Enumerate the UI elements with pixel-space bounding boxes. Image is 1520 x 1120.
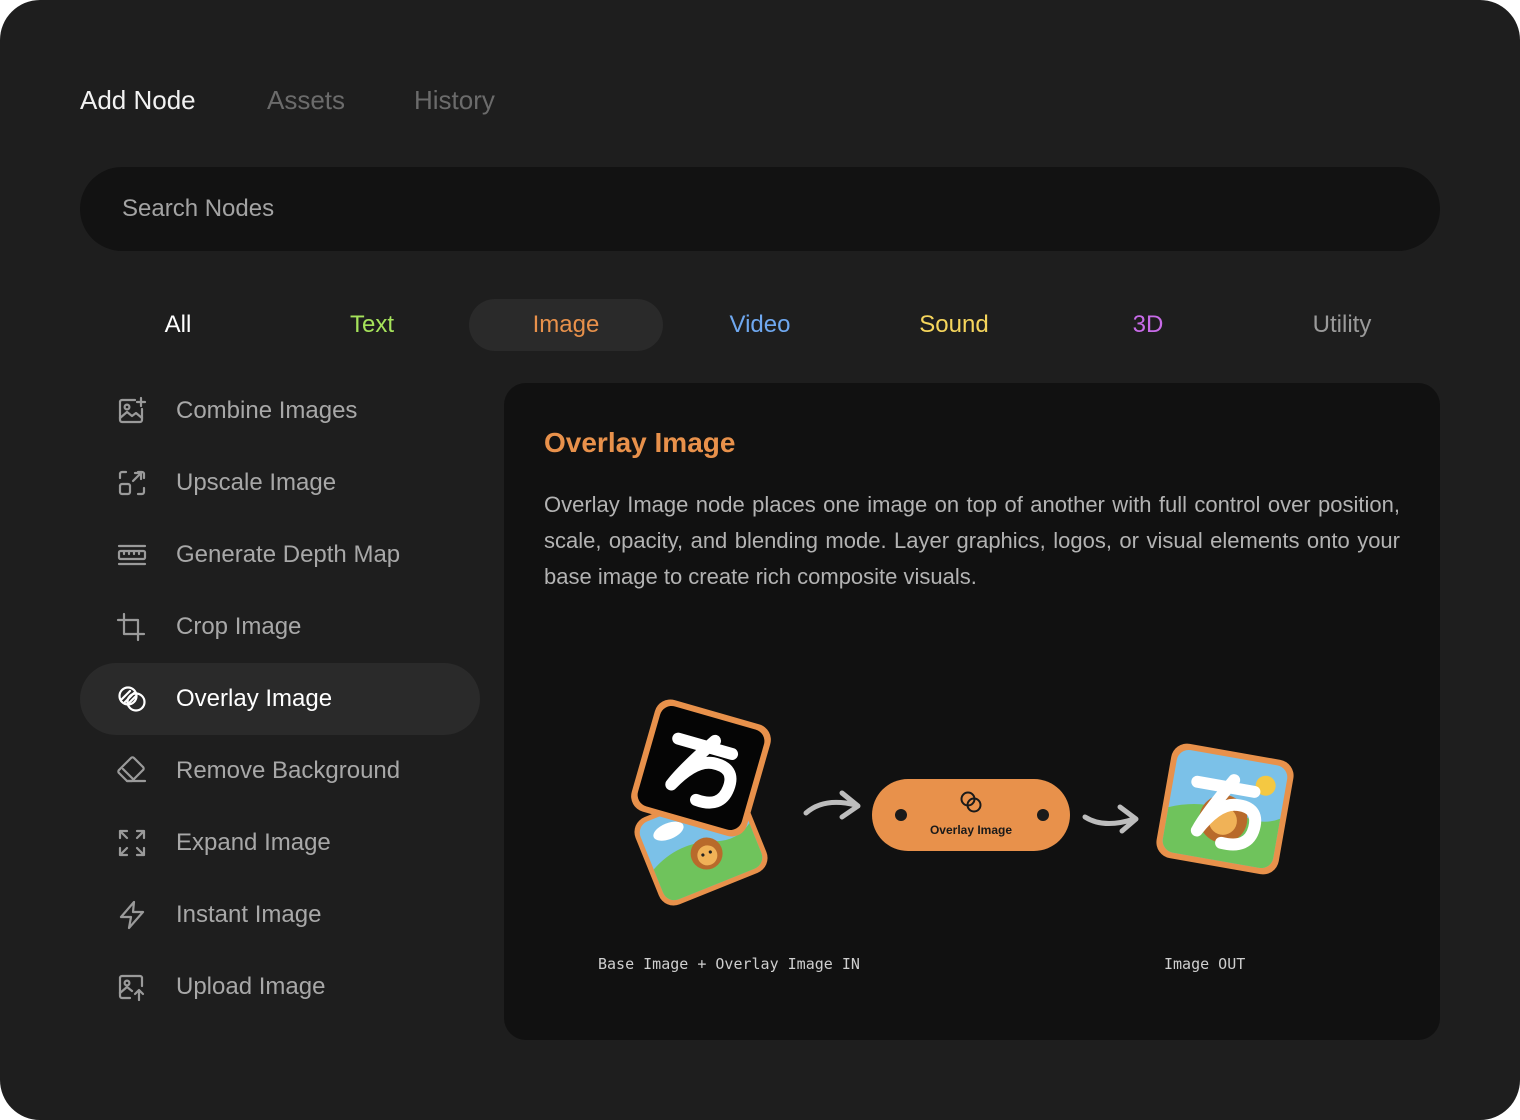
node-item-expand-image[interactable]: Expand Image bbox=[80, 807, 480, 879]
overlay-node-chip bbox=[872, 779, 1070, 851]
category-tab-3d[interactable]: 3D bbox=[1051, 299, 1245, 351]
overlay-icon bbox=[116, 684, 148, 714]
output-image-thumbnail bbox=[1156, 743, 1294, 875]
search-input[interactable] bbox=[120, 167, 1400, 251]
category-tab-sound[interactable]: Sound bbox=[857, 299, 1051, 351]
depth-map-icon bbox=[116, 540, 148, 570]
node-item-label: Generate Depth Map bbox=[176, 541, 401, 568]
category-tab-utility[interactable]: Utility bbox=[1245, 299, 1439, 351]
tab-assets[interactable]: Assets bbox=[267, 82, 345, 118]
upscale-icon bbox=[116, 468, 148, 498]
search-bar bbox=[80, 167, 1440, 251]
category-tab-text[interactable]: Text bbox=[275, 299, 469, 351]
node-item-instant-image[interactable]: Instant Image bbox=[80, 879, 480, 951]
node-item-upload-image[interactable]: Upload Image bbox=[80, 951, 480, 1023]
node-chip-label: Overlay Image bbox=[930, 823, 1012, 837]
lightning-icon bbox=[116, 900, 148, 930]
node-item-label: Crop Image bbox=[176, 613, 302, 640]
expand-icon bbox=[116, 828, 148, 858]
node-item-label: Upload Image bbox=[176, 973, 326, 1000]
detail-description: Overlay Image node places one image on t… bbox=[544, 492, 1400, 589]
node-detail-card: Overlay Image Overlay Image node places … bbox=[504, 383, 1440, 1040]
node-item-crop-image[interactable]: Crop Image bbox=[80, 591, 480, 663]
overlay-diagram: Overlay Image bbox=[631, 699, 1294, 906]
node-item-generate-depth-map[interactable]: Generate Depth Map bbox=[80, 519, 480, 591]
arrow-right-icon bbox=[803, 790, 861, 820]
category-tab-video[interactable]: Video bbox=[663, 299, 857, 351]
image-upload-icon bbox=[116, 972, 148, 1002]
arrow-right-icon bbox=[1082, 804, 1139, 834]
node-item-label: Instant Image bbox=[176, 901, 322, 928]
output-caption: Image OUT bbox=[1164, 955, 1246, 973]
node-item-label: Combine Images bbox=[176, 397, 358, 424]
node-item-label: Expand Image bbox=[176, 829, 331, 856]
node-item-combine-images[interactable]: Combine Images bbox=[80, 375, 480, 447]
detail-title: Overlay Image bbox=[544, 427, 736, 458]
add-node-panel: Add Node Assets History All Text Image V… bbox=[0, 0, 1520, 1120]
tab-add-node[interactable]: Add Node bbox=[80, 82, 196, 118]
image-plus-icon bbox=[116, 396, 148, 426]
node-item-upscale-image[interactable]: Upscale Image bbox=[80, 447, 480, 519]
input-caption: Base Image + Overlay Image IN bbox=[598, 955, 860, 973]
category-tab-all[interactable]: All bbox=[81, 299, 275, 351]
node-item-label: Remove Background bbox=[176, 757, 401, 784]
tab-history[interactable]: History bbox=[414, 82, 495, 118]
node-item-remove-background[interactable]: Remove Background bbox=[80, 735, 480, 807]
node-item-label: Overlay Image bbox=[176, 685, 333, 712]
crop-icon bbox=[116, 612, 148, 642]
eraser-icon bbox=[116, 756, 148, 786]
node-item-overlay-image[interactable]: Overlay Image bbox=[80, 663, 480, 735]
category-tab-image[interactable]: Image bbox=[469, 299, 663, 351]
node-item-label: Upscale Image bbox=[176, 469, 337, 496]
